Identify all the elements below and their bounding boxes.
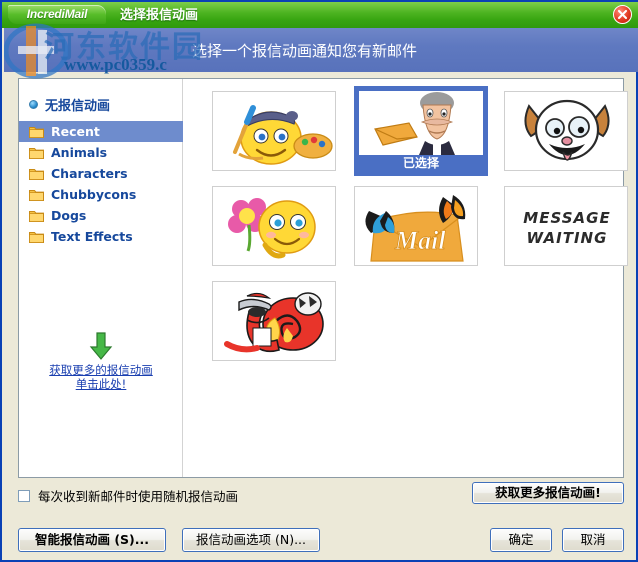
incredimail-brand-logo: IncrediMail — [8, 5, 106, 24]
sidebar-item-label: Text Effects — [51, 229, 133, 244]
close-x-glyph — [617, 9, 628, 20]
folder-icon — [29, 169, 44, 180]
header-instruction: 选择一个报信动画通知您有新邮件 — [192, 42, 418, 60]
random-notifier-checkbox[interactable] — [18, 489, 30, 502]
thumb-image — [212, 91, 336, 171]
notifier-thumb-flower-smiley[interactable] — [212, 186, 336, 266]
notifier-thumb-butterfly-mail[interactable]: Mail — [354, 186, 478, 266]
notifier-options-button[interactable]: 报信动画选项 (N)... — [182, 528, 320, 552]
thumb-image: MESSAGE WAITING — [504, 186, 628, 266]
folder-icon — [29, 148, 44, 159]
window-title: 选择报信动画 — [120, 7, 199, 22]
folder-icon — [29, 211, 44, 222]
message-waiting-line-1: MESSAGE — [523, 209, 610, 227]
notifier-thumb-mustache-man-selected[interactable]: 已选择 — [354, 86, 488, 176]
get-more-notifiers-link[interactable]: 获取更多的报信动画 单击此处! — [19, 331, 183, 391]
dialog-window: IncrediMail 选择报信动画 选择一个报信动画通知您有新邮件 河东软件园… — [0, 0, 638, 562]
blue-butterfly — [365, 211, 395, 234]
notifier-grid: 已选择 Mail MESSAGE WAITING — [184, 79, 628, 477]
notifier-thumb-painter-smiley[interactable] — [212, 91, 336, 171]
sidebar-item-label: Animals — [51, 145, 108, 160]
thumb-image — [504, 91, 628, 171]
sidebar-item-label: Dogs — [51, 208, 87, 223]
sidebar-item-no-animation[interactable]: 无报信动画 — [29, 95, 110, 113]
notifier-thumb-cartoon-dog[interactable] — [504, 91, 628, 171]
sidebar-item-label: Chubbycons — [51, 187, 137, 202]
notifier-thumb-message-waiting[interactable]: MESSAGE WAITING — [504, 186, 628, 266]
sidebar: 无报信动画 Recent Animals Characters Chubbyco… — [19, 79, 183, 477]
selected-caption: 已选择 — [402, 156, 439, 170]
sidebar-item-recent[interactable]: Recent — [19, 121, 183, 142]
folder-icon — [29, 127, 44, 138]
painter-smiley-icon — [233, 105, 333, 165]
folder-icon — [29, 190, 44, 201]
get-more-notifiers-button[interactable]: 获取更多报信动画! — [472, 482, 624, 504]
message-waiting-text-icon: MESSAGE WAITING — [523, 209, 610, 247]
get-more-line-1: 获取更多的报信动画 — [49, 363, 153, 377]
get-more-link-text: 获取更多的报信动画 单击此处! — [19, 363, 183, 391]
ok-button[interactable]: 确定 — [490, 528, 552, 552]
racing-snail-icon — [224, 292, 324, 353]
cartoon-dog-icon — [524, 99, 610, 161]
thumb-image: Mail — [354, 186, 478, 266]
sidebar-item-label: Characters — [51, 166, 128, 181]
thumb-image — [212, 186, 336, 266]
sidebar-item-dogs[interactable]: Dogs — [19, 205, 183, 226]
sidebar-item-text-effects[interactable]: Text Effects — [19, 226, 183, 247]
mail-word-text: Mail — [394, 226, 446, 255]
sidebar-item-chubbycons[interactable]: Chubbycons — [19, 184, 183, 205]
thumb-image — [359, 91, 483, 155]
get-more-line-2: 单击此处! — [75, 377, 127, 391]
header-bar: 选择一个报信动画通知您有新邮件 — [4, 28, 638, 72]
sidebar-item-characters[interactable]: Characters — [19, 163, 183, 184]
thumb-image — [212, 281, 336, 361]
down-arrow-icon — [89, 332, 113, 360]
flower-smiley-icon — [228, 198, 316, 259]
title-bar: IncrediMail 选择报信动画 — [2, 2, 638, 28]
message-waiting-line-2: WAITING — [527, 229, 608, 247]
radio-icon — [29, 99, 38, 109]
content-panel: 无报信动画 Recent Animals Characters Chubbyco… — [18, 78, 628, 478]
close-icon[interactable] — [613, 5, 632, 24]
random-notifier-checkbox-row[interactable]: 每次收到新邮件时使用随机报信动画 — [18, 486, 238, 505]
butterfly-mail-icon: Mail — [365, 195, 466, 262]
smart-notifier-button[interactable]: 智能报信动画 (S)... — [18, 528, 166, 552]
sidebar-item-label: Recent — [51, 124, 100, 139]
no-animation-label: 无报信动画 — [45, 97, 111, 113]
mustache-man-envelope-icon — [359, 91, 483, 155]
folder-icon — [29, 232, 44, 243]
folder-list: Recent Animals Characters Chubbycons Dog… — [19, 121, 183, 247]
cancel-button[interactable]: 取消 — [562, 528, 624, 552]
sidebar-item-animals[interactable]: Animals — [19, 142, 183, 163]
notifier-thumb-racing-snail[interactable] — [212, 281, 336, 361]
random-notifier-label: 每次收到新邮件时使用随机报信动画 — [38, 489, 239, 504]
